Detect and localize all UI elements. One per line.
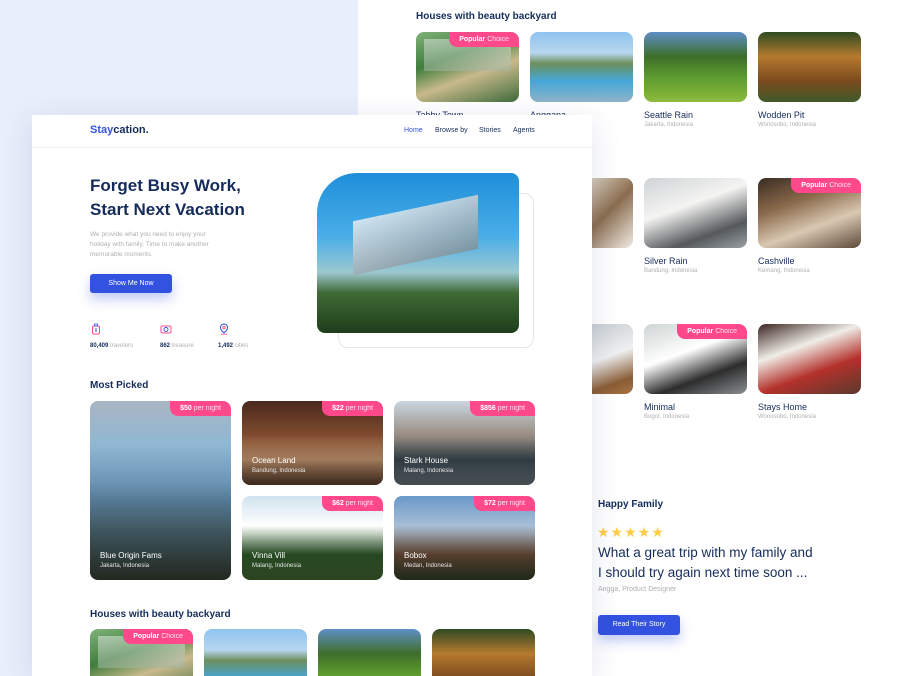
popular-choice-badge: Popular Choice xyxy=(123,629,193,644)
popular-choice-badge: Popular Choice xyxy=(449,32,519,47)
landing-page-window: Staycation. Home Browse by Stories Agent… xyxy=(32,115,592,676)
price-badge: $22 per night xyxy=(322,401,383,416)
price-badge: $50 per night xyxy=(170,401,231,416)
header-divider xyxy=(32,147,592,148)
house-name[interactable]: Wodden Pit xyxy=(758,110,804,120)
house-location: Jakarta, Indonesia xyxy=(644,122,694,128)
most-picked-card-blue-origin[interactable]: $50 per night Blue Origin Fams Jakarta, … xyxy=(90,401,231,580)
house-name: Bobox xyxy=(404,551,427,560)
house-card[interactable] xyxy=(204,629,307,676)
house-card-partial[interactable] xyxy=(592,324,633,394)
house-name[interactable]: Stays Home xyxy=(758,402,807,412)
price-badge: $62 per night xyxy=(322,496,383,511)
house-name: Vinna Vill xyxy=(252,551,286,560)
backyard-section-title: Houses with beauty backyard xyxy=(90,609,231,620)
read-their-story-button[interactable]: Read Their Story xyxy=(598,615,680,635)
traveler-icon xyxy=(92,323,100,335)
nav-browse-by[interactable]: Browse by xyxy=(435,127,468,134)
hero-title-line2: Start Next Vacation xyxy=(90,200,245,219)
house-location: Medan, Indonesia xyxy=(404,563,452,569)
house-card[interactable] xyxy=(318,629,421,676)
popular-choice-badge: Popular Choice xyxy=(677,324,747,339)
house-name[interactable]: Cashville xyxy=(758,256,795,266)
house-card[interactable] xyxy=(432,629,535,676)
house-location: Malang, Indonesia xyxy=(252,563,302,569)
house-location: Malang, Indonesia xyxy=(404,468,454,474)
house-name[interactable]: Minimal xyxy=(644,402,675,412)
house-location: Bandung, Indonesia xyxy=(252,468,306,474)
testimonial-quote-line1: What a great trip with my family and xyxy=(598,545,813,560)
house-card-silver-rain[interactable] xyxy=(644,178,747,248)
house-card-tabby-town[interactable]: Popular Choice xyxy=(416,32,519,102)
show-me-now-button[interactable]: Show Me Now xyxy=(90,274,172,293)
house-card-cashville[interactable]: Popular Choice xyxy=(758,178,861,248)
testimonial-title: Happy Family xyxy=(598,499,664,510)
price-badge: $72 per night xyxy=(474,496,535,511)
backyard-section-title: Houses with beauty backyard xyxy=(416,11,557,22)
hero-title-line1: Forget Busy Work, xyxy=(90,176,241,195)
testimonial-quote-line2: I should try again next time soon ... xyxy=(598,565,808,580)
house-card-minimal[interactable]: Popular Choice xyxy=(644,324,747,394)
house-card-stays-home[interactable] xyxy=(758,324,861,394)
camera-icon xyxy=(160,325,172,334)
most-picked-card-stark-house[interactable]: $856 per night Stark House Malang, Indon… xyxy=(394,401,535,485)
most-picked-title: Most Picked xyxy=(90,380,149,391)
testimonial-author: Angga, Product Designer xyxy=(598,586,677,593)
house-location: Kemang, Indonesia xyxy=(758,268,810,274)
nav-agents[interactable]: Agents xyxy=(513,127,535,134)
house-card-anggana[interactable] xyxy=(530,32,633,102)
rating-stars: ★★★★★ xyxy=(597,524,665,540)
popular-choice-badge: Popular Choice xyxy=(791,178,861,193)
stat-travelers: 80,409 travelers xyxy=(90,343,134,349)
stat-cities: 1,492 cities xyxy=(218,343,249,349)
nav-stories[interactable]: Stories xyxy=(479,127,501,134)
house-name[interactable]: Silver Rain xyxy=(644,256,688,266)
house-location: Wonosobo, Indonesia xyxy=(758,122,816,128)
house-name: Stark House xyxy=(404,456,449,465)
nav-home[interactable]: Home xyxy=(404,127,423,134)
most-picked-card-ocean-land[interactable]: $22 per night Ocean Land Bandung, Indone… xyxy=(242,401,383,485)
most-picked-card-bobox[interactable]: $72 per night Bobox Medan, Indonesia xyxy=(394,496,535,580)
house-location: Bogor, Indonesia xyxy=(644,414,690,420)
price-badge: $856 per night xyxy=(470,401,535,416)
brand-logo[interactable]: Staycation. xyxy=(90,124,149,136)
hero-description-line1: We provide what you need to enjoy your xyxy=(90,231,206,238)
map-pin-icon xyxy=(219,323,229,335)
most-picked-card-vinna-vill[interactable]: $62 per night Vinna Vill Malang, Indones… xyxy=(242,496,383,580)
house-location: Jakarta, Indonesia xyxy=(100,563,150,569)
house-name[interactable]: Seattle Rain xyxy=(644,110,693,120)
hero-description-line3: memorable moments. xyxy=(90,251,153,258)
house-name: Ocean Land xyxy=(252,456,296,465)
house-card-seattle-rain[interactable] xyxy=(644,32,747,102)
hero-description-line2: holiday with family. Time to make anothe… xyxy=(90,241,209,248)
stat-treasure: 862 treasure xyxy=(160,343,194,349)
house-location: Bandung, Indonesia xyxy=(644,268,698,274)
house-card-wodden-pit[interactable] xyxy=(758,32,861,102)
house-card-partial[interactable] xyxy=(592,178,633,248)
hero-image xyxy=(317,173,519,333)
house-name: Blue Origin Fams xyxy=(100,551,162,560)
house-card[interactable]: Popular Choice xyxy=(90,629,193,676)
house-location: Wonosobo, Indonesia xyxy=(758,414,816,420)
